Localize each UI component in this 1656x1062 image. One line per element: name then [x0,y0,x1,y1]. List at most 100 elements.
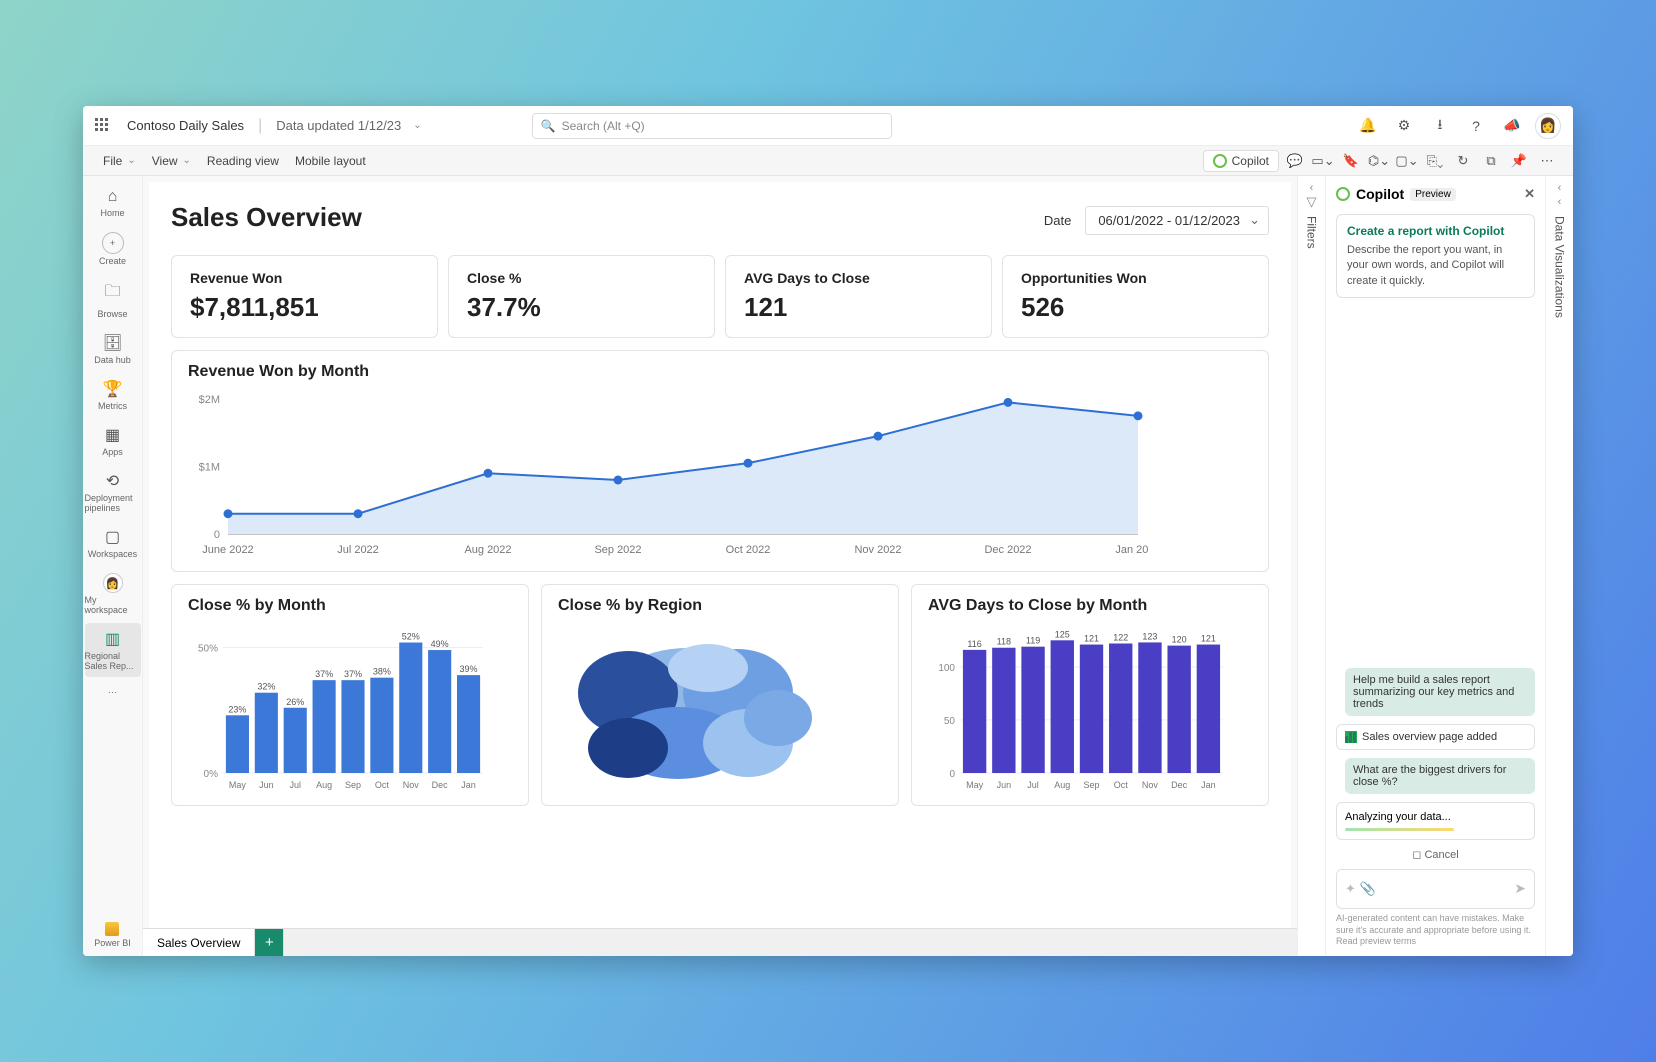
ribbon: File⌄ View⌄ Reading view Mobile layout C… [83,146,1573,176]
svg-text:Aug: Aug [316,780,332,790]
user-avatar[interactable]: 👩 [1535,113,1561,139]
chart-icon [1345,731,1357,743]
nav-home[interactable]: ⌂Home [85,182,141,224]
svg-text:37%: 37% [315,669,333,679]
kpi-revenue-won[interactable]: Revenue Won $7,811,851 [171,255,438,338]
nav-data-hub[interactable]: 🗄Data hub [85,327,141,371]
svg-text:121: 121 [1201,634,1216,644]
nav-more[interactable]: … [85,679,141,701]
nav-workspaces[interactable]: ▢Workspaces [85,521,141,565]
folder-icon: 🗀 [104,280,120,307]
nav-my-workspace[interactable]: 👩My workspace [85,567,141,621]
powerbi-icon [105,922,119,936]
user-message: What are the biggest drivers for close %… [1345,758,1535,794]
date-label: Date [1044,213,1071,228]
help-icon[interactable]: ? [1463,113,1489,139]
chart-avg-days-by-month[interactable]: AVG Days to Close by Month 050100116May1… [911,584,1269,806]
preview-badge: Preview [1410,188,1456,201]
comments-icon[interactable]: 💬 [1283,149,1307,173]
present-icon[interactable]: ▢⌄ [1395,149,1419,173]
add-page-button[interactable]: + [255,929,284,956]
chevron-left-icon[interactable]: ‹ [1310,182,1314,194]
nav-metrics[interactable]: 🏆Metrics [85,373,141,417]
svg-text:Oct: Oct [375,780,390,790]
view-menu[interactable]: View⌄ [146,151,197,171]
more-icon[interactable]: ⋯ [1535,149,1559,173]
svg-text:32%: 32% [257,682,275,692]
tab-sales-overview[interactable]: Sales Overview [143,929,255,956]
kpi-avg-days[interactable]: AVG Days to Close 121 [725,255,992,338]
search-input[interactable]: 🔍 Search (Alt +Q) [532,113,892,139]
cancel-button[interactable]: ◻ Cancel [1336,848,1535,861]
svg-text:121: 121 [1084,634,1099,644]
home-icon: ⌂ [108,188,118,206]
filters-pane-collapsed[interactable]: ‹ ▽ Filters [1297,176,1325,956]
svg-text:Oct: Oct [1114,780,1129,790]
bar-chart-close-svg: 0%50%23%May32%Jun26%Jul37%Aug37%Sep38%Oc… [188,623,488,793]
copilot-button[interactable]: Copilot [1203,150,1279,172]
svg-text:39%: 39% [460,664,478,674]
close-icon[interactable]: ✕ [1524,186,1535,202]
svg-text:123: 123 [1142,631,1157,641]
kpi-opps-won[interactable]: Opportunities Won 526 [1002,255,1269,338]
settings-icon[interactable]: ⚙ [1391,113,1417,139]
copilot-input[interactable]: ✦ 📎 ➤ [1336,869,1535,909]
copy-icon[interactable]: ⧉ [1479,149,1503,173]
chart-close-by-region[interactable]: Close % by Region [541,584,899,806]
svg-text:Nov: Nov [403,780,420,790]
mobile-layout-button[interactable]: Mobile layout [289,151,372,171]
chevron-down-icon[interactable]: ⌄ [413,120,421,131]
progress-bar [1345,828,1454,831]
notifications-icon[interactable]: 🔔 [1355,113,1381,139]
nav-browse[interactable]: 🗀Browse [85,274,141,325]
filters-label: Filters [1305,216,1319,249]
svg-text:118: 118 [997,637,1011,647]
chevron-left-icon[interactable]: ‹ [1558,182,1562,194]
announcements-icon[interactable]: 📣 [1499,113,1525,139]
nav-create[interactable]: +Create [85,226,141,272]
svg-text:Oct 2022: Oct 2022 [726,544,771,556]
pin-icon[interactable]: 📌 [1507,149,1531,173]
chevron-left-icon[interactable]: ‹ [1558,196,1562,208]
copilot-intro-card[interactable]: Create a report with Copilot Describe th… [1336,214,1535,298]
send-icon[interactable]: ➤ [1514,880,1526,897]
svg-text:52%: 52% [402,632,420,642]
data-hub-icon: 🗄 [102,333,122,353]
refresh-icon[interactable]: ↻ [1451,149,1475,173]
svg-text:122: 122 [1113,632,1128,642]
data-visualizations-pane-collapsed[interactable]: ‹ ‹ Data Visualizations [1545,176,1573,956]
svg-text:Jan 2023: Jan 2023 [1115,544,1148,556]
nav-apps[interactable]: ▦Apps [85,419,141,463]
nav-pipelines[interactable]: ⟲Deployment pipelines [85,465,141,519]
app-launcher-icon[interactable] [95,118,111,134]
export-icon[interactable]: ⎘⌄ [1423,149,1447,173]
svg-text:Jan: Jan [1201,780,1216,790]
persist-filters-icon[interactable]: ▭⌄ [1311,149,1335,173]
svg-text:Jun: Jun [997,780,1012,790]
chart-close-by-month[interactable]: Close % by Month 0%50%23%May32%Jun26%Jul… [171,584,529,806]
search-placeholder: Search (Alt +Q) [562,119,645,133]
copilot-pane: Copilot Preview ✕ Create a report with C… [1325,176,1545,956]
file-menu[interactable]: File⌄ [97,151,142,171]
svg-text:Dec: Dec [1171,780,1188,790]
datavis-label: Data Visualizations [1553,216,1567,318]
svg-text:Aug 2022: Aug 2022 [464,544,511,556]
view-related-icon[interactable]: ⌬⌄ [1367,149,1391,173]
date-range-dropdown[interactable]: 06/01/2022 - 01/12/2023 [1085,206,1269,235]
reading-view-button[interactable]: Reading view [201,151,285,171]
svg-text:Jul: Jul [1027,780,1039,790]
chart-revenue-by-month[interactable]: Revenue Won by Month 0$1M$2MJune 2022Jul… [171,350,1269,572]
svg-text:Nov: Nov [1142,780,1159,790]
nav-regional-sales[interactable]: ▥Regional Sales Rep... [85,623,141,677]
svg-text:May: May [966,780,984,790]
report-title[interactable]: Contoso Daily Sales [127,118,244,133]
report-icon: ▥ [105,629,120,649]
bookmark-icon[interactable]: 🔖 [1339,149,1363,173]
download-icon[interactable]: ⭳ [1427,113,1453,139]
kpi-close-pct[interactable]: Close % 37.7% [448,255,715,338]
kpi-row: Revenue Won $7,811,851 Close % 37.7% AVG… [171,255,1269,338]
svg-text:Jul 2022: Jul 2022 [337,544,379,556]
svg-text:Sep 2022: Sep 2022 [594,544,641,556]
line-chart-svg: 0$1M$2MJune 2022Jul 2022Aug 2022Sep 2022… [188,389,1148,559]
bot-response-card[interactable]: Sales overview page added [1336,724,1535,750]
